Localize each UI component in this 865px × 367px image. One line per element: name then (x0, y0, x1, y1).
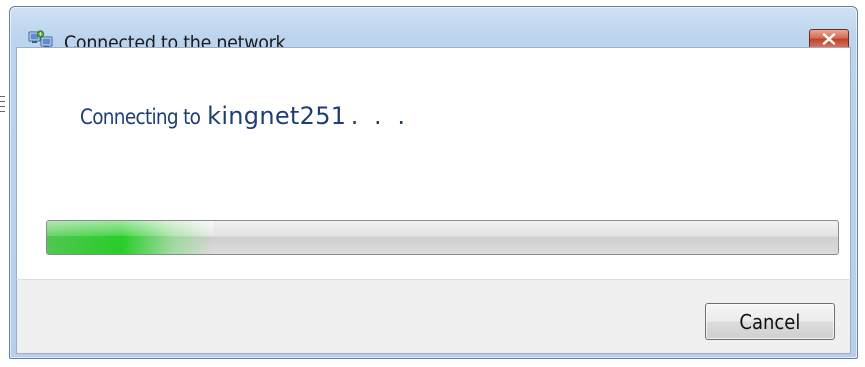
cancel-button[interactable]: Cancel (705, 303, 835, 340)
connection-progress-bar (46, 220, 839, 255)
dialog-content: Connecting to kingnet251 . . . (16, 47, 851, 279)
close-button[interactable] (809, 29, 849, 49)
edge-artifact (0, 96, 6, 136)
status-prefix: Connecting to (80, 105, 201, 129)
screen: Connected to the network Connecting to k… (0, 0, 865, 367)
progress-indicator (47, 221, 214, 254)
close-icon (822, 33, 836, 45)
status-ellipsis: . . . (350, 102, 409, 130)
dialog-footer: Cancel (16, 279, 851, 354)
network-name: kingnet251 (207, 102, 347, 130)
connect-dialog: Connected to the network Connecting to k… (9, 6, 858, 359)
cancel-label: Cancel (739, 309, 801, 334)
title-bar[interactable]: Connected to the network (10, 7, 857, 54)
connection-status: Connecting to kingnet251 . . . (80, 102, 409, 130)
